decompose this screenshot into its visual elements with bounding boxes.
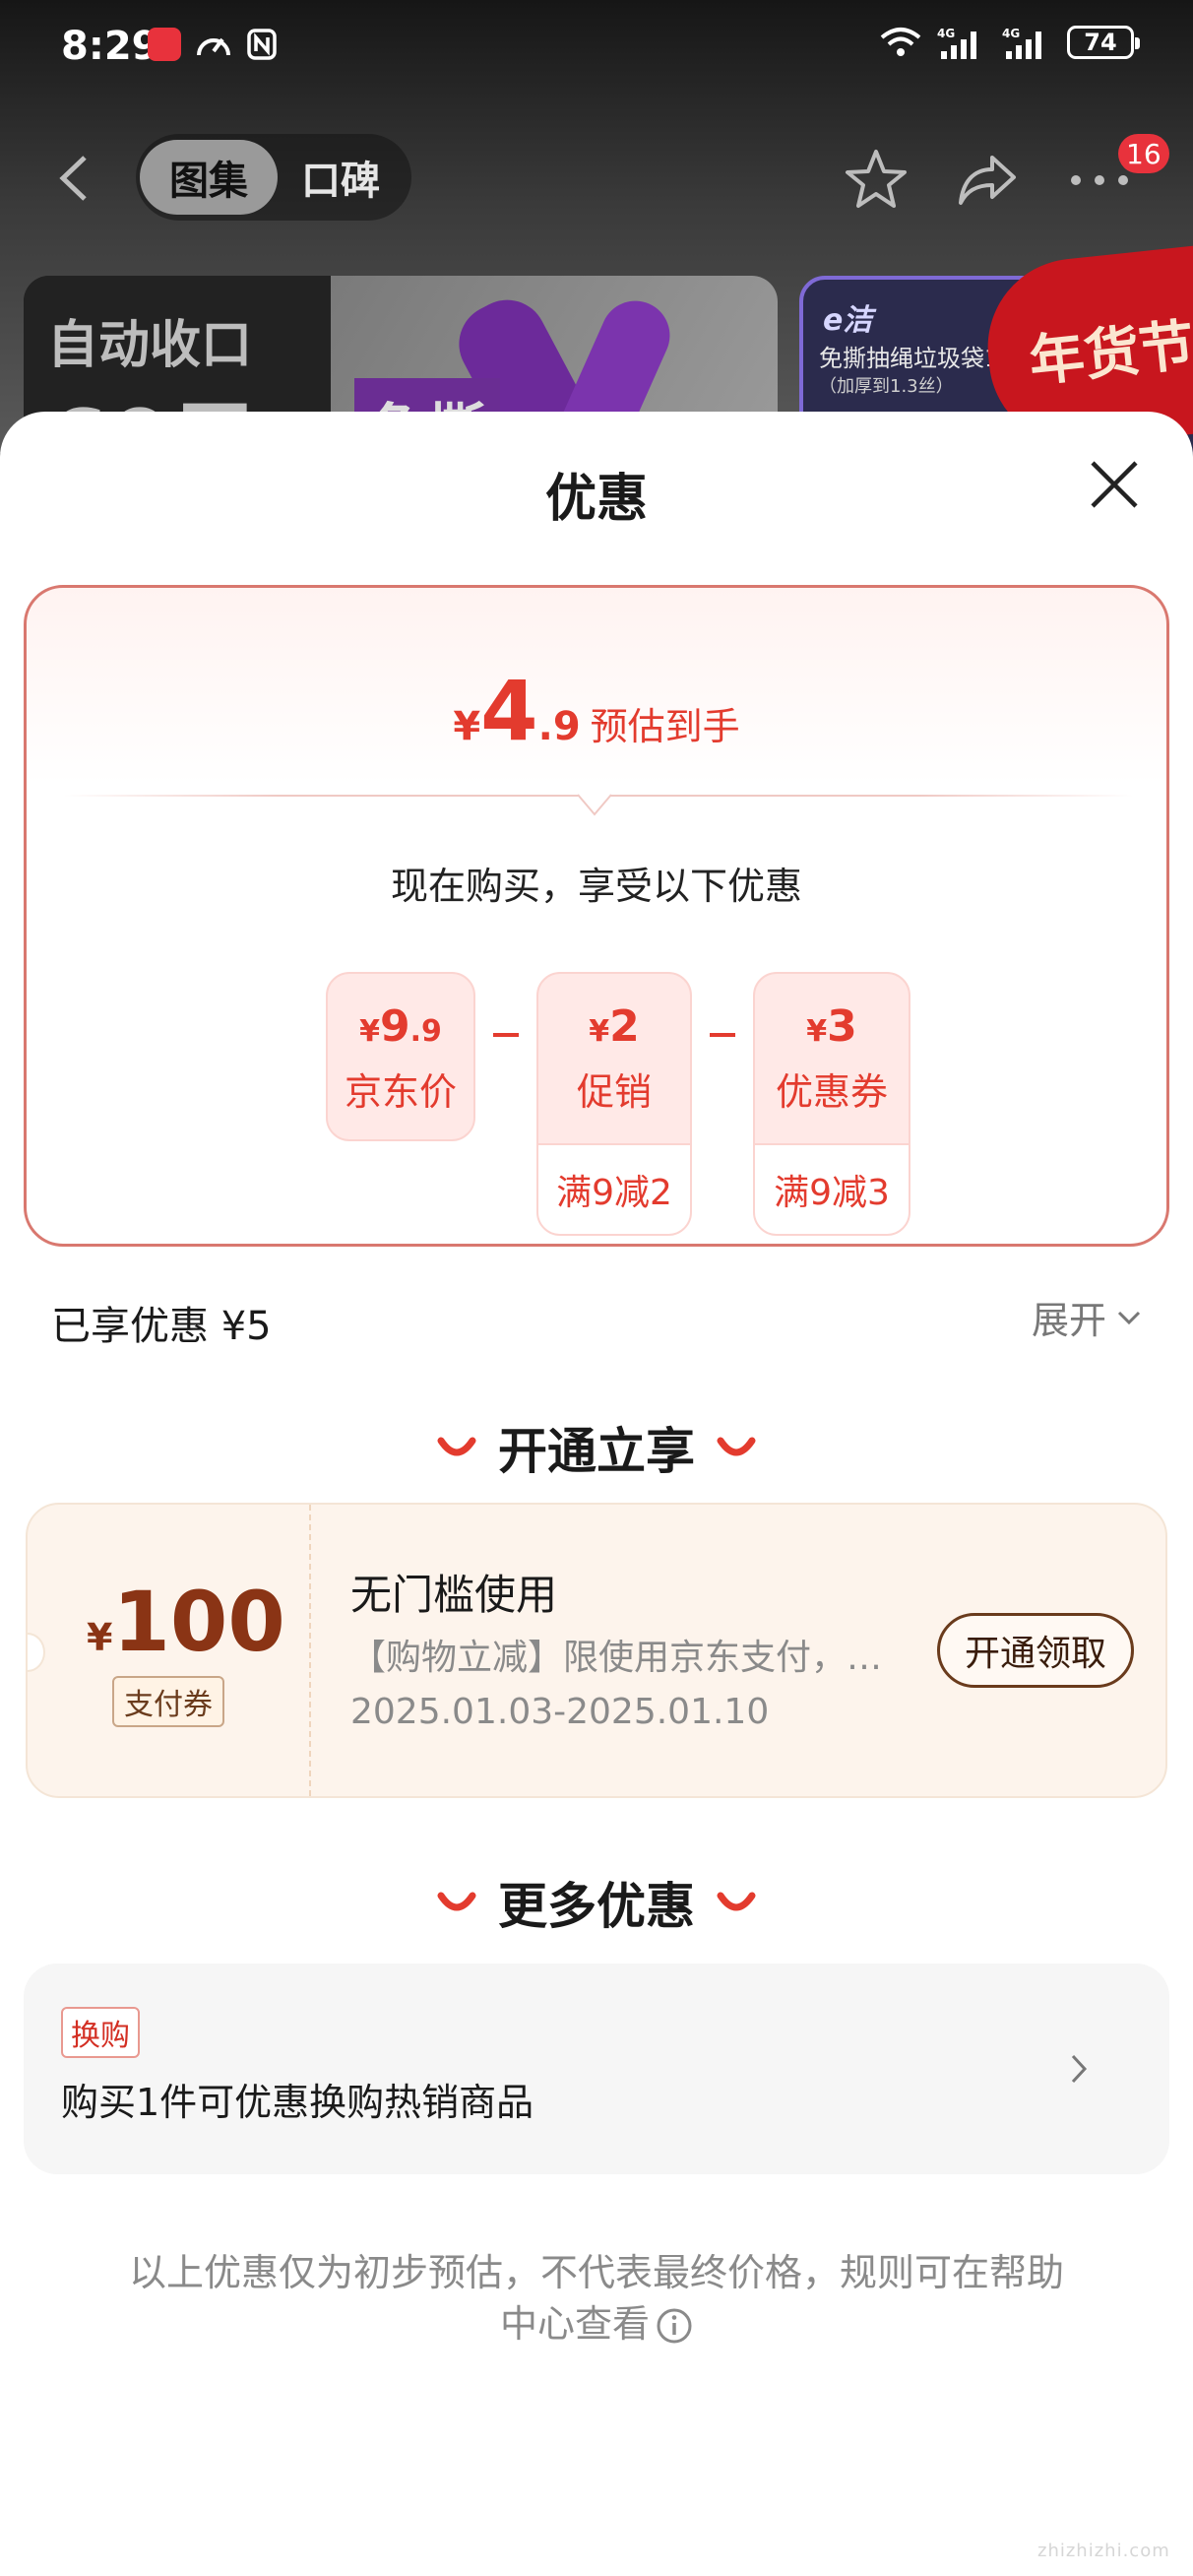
coupon-notch (28, 1633, 45, 1672)
chevron-down-icon (1117, 1311, 1141, 1324)
section-header-activate: 开通立享 (0, 1412, 1193, 1483)
smile-decoration-icon (437, 1892, 476, 1911)
battery-indicator: 74 (1067, 26, 1140, 59)
trade-in-offer-card[interactable]: 换购 购买1件可优惠换购热销商品 (24, 1964, 1169, 2174)
section-title: 更多优惠 (498, 1878, 695, 1935)
signal-4g-icon: 4G (937, 27, 976, 59)
back-arrow-icon[interactable] (53, 154, 98, 203)
smile-decoration-icon (717, 1437, 756, 1456)
tile-name: 优惠券 (775, 1070, 888, 1114)
smile-decoration-icon (717, 1892, 756, 1911)
tab-gallery[interactable]: 图集 (140, 140, 278, 215)
watermark: zhizhizhi.com (1037, 2541, 1170, 2561)
minus-sign (493, 1033, 519, 1037)
coupon-title: 无门槛使用 (350, 1571, 558, 1619)
status-time: 8:29 (61, 24, 159, 69)
tile-condition: 满9减3 (755, 1143, 909, 1234)
coupon-amount: ¥100 (87, 1574, 285, 1670)
estimated-price: ¥4.9 预估到手 (27, 663, 1166, 759)
view-tabs: 图集 口碑 (136, 134, 411, 221)
status-left-icons (148, 28, 278, 61)
status-right-icons: 4G 4G 74 (880, 26, 1140, 59)
background-page: 8:29 4G 4G 74 图集 口碑 16 自动收口 e洁 免撕抽绳垃圾袋12… (0, 0, 1193, 463)
coupon-validity: 2025.01.03-2025.01.10 (350, 1692, 770, 1732)
breakdown-tile-promotion: ¥2 促销 满9减2 (536, 972, 692, 1236)
tab-reviews[interactable]: 口碑 (278, 140, 404, 215)
signal-4g-icon-2: 4G (1002, 27, 1041, 59)
enjoyed-discount: 已享优惠 ¥5 (51, 1304, 272, 1349)
brand-logo: e洁 (823, 303, 873, 338)
divider-notch (578, 794, 611, 816)
disclaimer-text: 以上优惠仅为初步预估，不代表最终价格，规则可在帮助中心查看 (118, 2247, 1075, 2350)
network-label-2: 4G (1002, 27, 1020, 40)
breakdown-tile-coupon: ¥3 优惠券 满9减3 (753, 972, 910, 1236)
coupon-divider (309, 1505, 311, 1796)
activate-claim-button[interactable]: 开通领取 (937, 1613, 1134, 1688)
tile-amount: ¥3 (806, 1001, 857, 1052)
estimate-label: 预估到手 (590, 705, 740, 748)
sheet-title: 优惠 (544, 470, 648, 529)
payment-coupon-card[interactable]: ¥100 支付券 无门槛使用 【购物立减】限使用京东支付，… 2025.01.0… (26, 1503, 1167, 1798)
offer-tag: 换购 (61, 2007, 140, 2058)
smile-decoration-icon (437, 1437, 476, 1456)
section-title: 开通立享 (498, 1423, 695, 1480)
banner-text-1: 自动收口 (47, 316, 253, 375)
estimate-decimal: .9 (537, 704, 581, 749)
coupon-type-tag: 支付券 (112, 1676, 224, 1727)
nfc-icon (247, 29, 277, 60)
tile-amount: ¥2 (589, 1001, 640, 1052)
thumbnail-subtitle: （加厚到1.3丝） (819, 376, 954, 397)
speed-gauge-icon (197, 37, 230, 56)
price-estimate-card: ¥4.9 预估到手 现在购买，享受以下优惠 ¥9.9 京东价 ¥2 促销 满9减2… (24, 585, 1169, 1247)
expand-label: 展开 (1032, 1299, 1107, 1342)
share-icon[interactable] (957, 150, 1018, 209)
section-header-more: 更多优惠 (0, 1867, 1193, 1938)
offer-text: 购买1件可优惠换购热销商品 (61, 2081, 534, 2124)
tile-name: 促销 (576, 1070, 652, 1114)
wifi-icon (880, 28, 921, 56)
discount-sheet: 优惠 ¥4.9 预估到手 现在购买，享受以下优惠 ¥9.9 京东价 ¥2 促销 满… (0, 412, 1193, 2576)
breakdown-tile-jd-price: ¥9.9 京东价 (326, 972, 475, 1141)
tile-amount: ¥9.9 (359, 1001, 442, 1052)
tile-name: 京东价 (344, 1070, 457, 1114)
buy-now-text: 现在购买，享受以下优惠 (390, 865, 802, 908)
network-label-1: 4G (937, 27, 955, 40)
favorite-star-icon[interactable] (845, 148, 908, 211)
expand-button[interactable]: 展开 (1032, 1290, 1142, 1344)
message-count-badge: 16 (1118, 134, 1169, 173)
estimate-integer: 4 (480, 663, 538, 759)
minus-sign (710, 1033, 735, 1037)
estimate-currency: ¥ (453, 704, 481, 749)
chevron-right-icon (1071, 2054, 1088, 2084)
info-icon[interactable] (656, 2307, 693, 2345)
app-notification-icon (148, 28, 181, 61)
disclaimer-body: 以上优惠仅为初步预估，不代表最终价格，规则可在帮助中心查看 (128, 2251, 1064, 2346)
status-bar: 8:29 4G 4G 74 (0, 0, 1193, 98)
coupon-description: 【购物立减】限使用京东支付，… (350, 1638, 883, 1678)
close-icon[interactable] (1087, 457, 1142, 512)
tile-condition: 满9减2 (538, 1143, 690, 1234)
more-dots-icon[interactable] (1069, 173, 1130, 187)
